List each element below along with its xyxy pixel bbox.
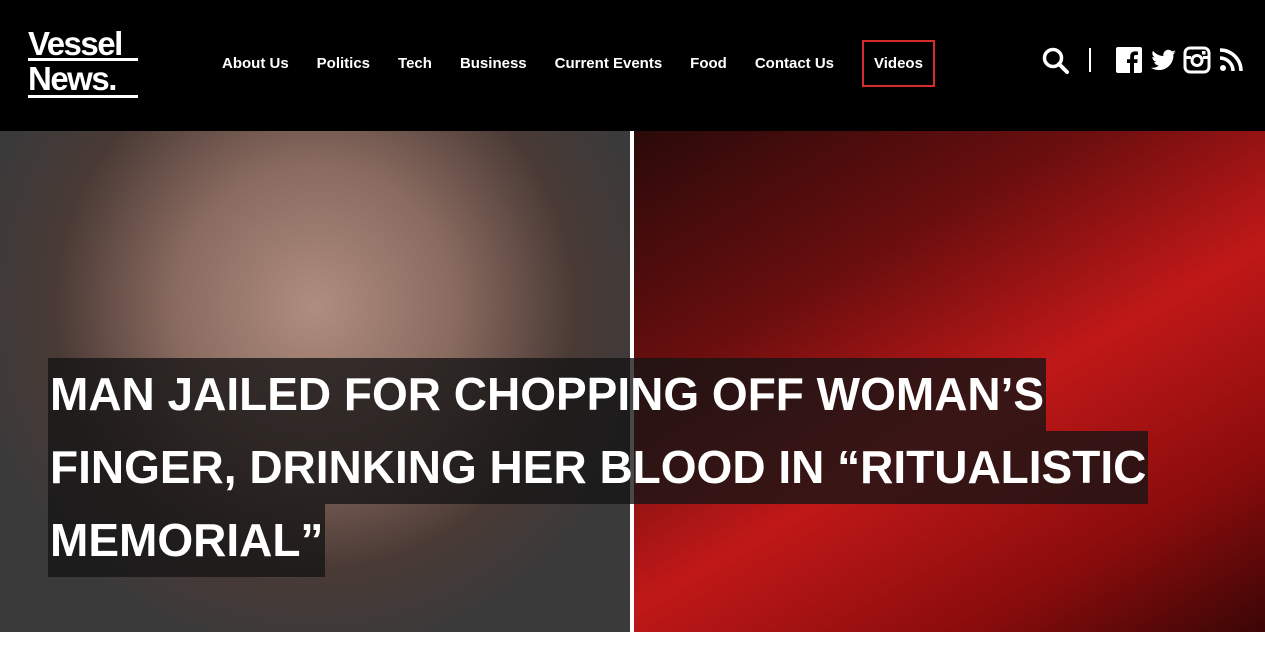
nav-food[interactable]: Food (676, 40, 741, 87)
facebook-icon[interactable] (1115, 46, 1143, 74)
nav-business[interactable]: Business (446, 40, 541, 87)
tools-divider (1089, 48, 1091, 72)
nav-politics[interactable]: Politics (303, 40, 384, 87)
nav-about-us[interactable]: About Us (208, 40, 303, 87)
nav-current-events[interactable]: Current Events (541, 40, 677, 87)
logo-text-bottom: News. (28, 60, 117, 97)
main-nav: About Us Politics Tech Business Current … (208, 40, 935, 87)
nav-tech[interactable]: Tech (384, 40, 446, 87)
logo-underline-top (28, 58, 138, 61)
logo-text-top: Vessel (28, 25, 123, 62)
search-icon[interactable] (1041, 46, 1069, 74)
site-logo[interactable]: Vessel News. (28, 27, 140, 101)
instagram-icon[interactable] (1183, 46, 1211, 74)
hero-headline-line: MEMORIAL” (48, 504, 326, 577)
site-header: Vessel News. About Us Politics Tech Busi… (0, 0, 1265, 131)
nav-contact-us[interactable]: Contact Us (741, 40, 848, 87)
hero-headline-line: FINGER, DRINKING HER BLOOD IN “RITUALIST… (48, 431, 1149, 504)
header-tools (1035, 44, 1245, 76)
twitter-icon[interactable] (1149, 46, 1177, 74)
hero-story[interactable]: MAN JAILED FOR CHOPPING OFF WOMAN’S FING… (0, 131, 1265, 632)
hero-headline-line: MAN JAILED FOR CHOPPING OFF WOMAN’S (48, 358, 1047, 431)
hero-headline[interactable]: MAN JAILED FOR CHOPPING OFF WOMAN’S FING… (48, 358, 1188, 577)
page-bottom-strip (0, 632, 1265, 653)
nav-videos[interactable]: Videos (862, 40, 935, 87)
rss-icon[interactable] (1217, 46, 1245, 74)
logo-underline-bottom (28, 95, 138, 98)
